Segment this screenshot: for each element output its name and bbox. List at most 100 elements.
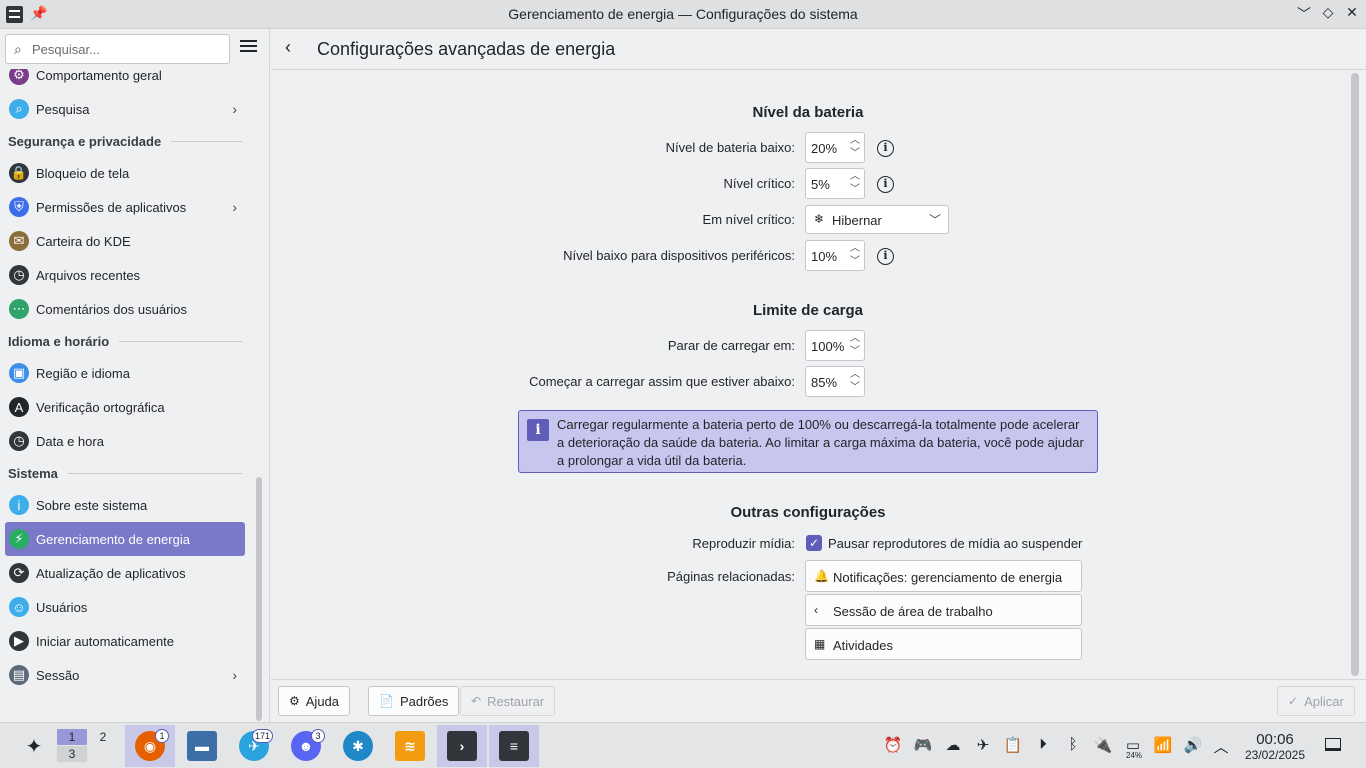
- low-battery-label: Nível de bateria baixo:: [665, 140, 795, 155]
- search-input[interactable]: [32, 40, 222, 58]
- charge-info-banner: i Carregar regularmente a bateria perto …: [518, 410, 1098, 473]
- content-scrollbar[interactable]: [1351, 73, 1359, 676]
- defaults-button[interactable]: 📄 Padrões: [368, 686, 460, 716]
- sidebar-item[interactable]: ◷ Data e hora: [5, 424, 245, 458]
- taskbar-app-browser[interactable]: ✱: [333, 725, 383, 767]
- sidebar-item[interactable]: ⚡ Gerenciamento de energia: [5, 522, 245, 556]
- spin-arrows-icon[interactable]: ︿ ﹀: [850, 242, 860, 268]
- taskbar-app-layers[interactable]: ≋: [385, 725, 435, 767]
- chevron-right-icon: ›: [232, 667, 237, 683]
- related-page-button[interactable]: ‹ Sessão de área de trabalho: [805, 594, 1082, 626]
- info-icon[interactable]: i: [877, 176, 894, 193]
- spin-arrows-icon[interactable]: ︿ ﹀: [850, 134, 860, 160]
- chevron-down-icon: ﹀: [928, 213, 941, 227]
- taskbar-app-telegram[interactable]: ✈ 171: [229, 725, 279, 767]
- sidebar-item[interactable]: ☺ Usuários: [5, 590, 245, 624]
- apply-button[interactable]: ✓ Aplicar: [1277, 686, 1355, 716]
- sidebar-item[interactable]: ▶ Iniciar automaticamente: [5, 624, 245, 658]
- taskbar-app-files[interactable]: ▬: [177, 725, 227, 767]
- clock-time: 00:06: [1256, 731, 1294, 748]
- clock[interactable]: 00:06 23/02/2025: [1240, 731, 1310, 763]
- sidebar-item-label: Sessão: [36, 667, 80, 683]
- spin-arrows-icon[interactable]: ︿ ﹀: [850, 368, 860, 394]
- clipboard-icon[interactable]: 📋: [1002, 736, 1024, 754]
- close-button[interactable]: ✕: [1342, 4, 1362, 21]
- spin-arrows-icon[interactable]: ︿ ﹀: [850, 332, 860, 358]
- sidebar-item[interactable]: ⟳ Atualização de aplicativos: [5, 556, 245, 590]
- sidebar-item[interactable]: ⛨ Permissões de aplicativos ›: [5, 190, 245, 224]
- sidebar-item[interactable]: ⋯ Comentários dos usuários: [5, 292, 245, 326]
- bluetooth-icon[interactable]: ᛒ: [1062, 736, 1084, 753]
- minimize-button[interactable]: ﹀: [1294, 4, 1314, 24]
- section-title: Idioma e horário: [8, 333, 110, 349]
- sidebar-scrollbar[interactable]: [256, 477, 262, 721]
- related-page-button[interactable]: 🔔 Notificações: gerenciamento de energia: [805, 560, 1082, 592]
- maximize-button[interactable]: ◇: [1318, 4, 1338, 21]
- sidebar-item-label: Comentários dos usuários: [36, 301, 188, 317]
- desktop-2[interactable]: 2: [88, 729, 118, 745]
- taskbar-app-system-settings[interactable]: ≡: [489, 725, 539, 767]
- critical-action-value: Hibernar: [832, 213, 882, 228]
- spin-arrows-icon[interactable]: ︿ ﹀: [850, 170, 860, 196]
- sidebar-item[interactable]: ▣ Região e idioma: [5, 356, 245, 390]
- back-button[interactable]: ‹: [285, 37, 291, 58]
- app-launcher-icon[interactable]: ✦: [22, 734, 46, 758]
- sidebar-section-header: Idioma e horário: [8, 326, 242, 356]
- reset-button[interactable]: ↶ Restaurar: [460, 686, 556, 716]
- sidebar-item[interactable]: ✉ Carteira do KDE: [5, 224, 245, 258]
- activities-icon: ▦: [814, 637, 826, 651]
- info-icon: i: [527, 419, 549, 441]
- expand-tray-icon[interactable]: ︿: [1210, 736, 1232, 757]
- taskbar-app-discord[interactable]: ☻ 3: [281, 725, 331, 767]
- sidebar-item[interactable]: ⚙ Comportamento geral: [5, 69, 245, 92]
- desktop-1[interactable]: 1: [57, 729, 87, 745]
- taskbar-app-terminal[interactable]: ›: [437, 725, 487, 767]
- region-icon: ▣: [9, 363, 29, 383]
- discord-tray-icon[interactable]: 🎮: [912, 736, 934, 754]
- shield-icon: ⛨: [9, 197, 29, 217]
- media-player-icon[interactable]: ⏵: [1032, 736, 1054, 753]
- pause-media-checkbox[interactable]: ✓: [806, 535, 822, 551]
- section-title: Segurança e privacidade: [8, 133, 162, 149]
- sidebar-item[interactable]: i Sobre este sistema: [5, 488, 245, 522]
- search-box[interactable]: ⌕: [5, 34, 230, 64]
- battery-icon[interactable]: ▭ 24%: [1122, 736, 1144, 760]
- critical-level-spinbox[interactable]: 5% ︿ ﹀: [805, 168, 865, 199]
- telegram-tray-icon[interactable]: ✈: [972, 736, 994, 754]
- sidebar-item-label: Carteira do KDE: [36, 233, 131, 249]
- show-desktop-icon[interactable]: [1325, 738, 1341, 751]
- virtual-desktop-pager[interactable]: 1 2 3: [57, 729, 119, 763]
- info-icon[interactable]: i: [877, 140, 894, 157]
- alarm-icon[interactable]: ⏰: [882, 736, 904, 754]
- volume-icon[interactable]: 🔊: [1182, 736, 1204, 754]
- usb-icon[interactable]: 🔌: [1092, 736, 1114, 754]
- sidebar-item-label: Permissões de aplicativos: [36, 199, 187, 215]
- sidebar-item[interactable]: A Verificação ortográfica: [5, 390, 245, 424]
- desktop-3[interactable]: 3: [57, 746, 87, 762]
- sidebar-item[interactable]: ◷ Arquivos recentes: [5, 258, 245, 292]
- hamburger-menu-icon[interactable]: [240, 40, 257, 53]
- sidebar-item[interactable]: ▤ Sessão ›: [5, 658, 245, 692]
- low-battery-spinbox[interactable]: 20% ︿ ﹀: [805, 132, 865, 163]
- sidebar-item[interactable]: 🔒 Bloqueio de tela: [5, 156, 245, 190]
- wifi-icon[interactable]: 📶: [1152, 736, 1174, 754]
- window-titlebar: 📌 Gerenciamento de energia — Configuraçõ…: [0, 0, 1366, 29]
- help-button[interactable]: ⚙ Ajuda: [278, 686, 351, 716]
- sidebar: ⌕ ⚙ Comportamento geral ⌕ Pesquisa › Seguranç…: [0, 29, 270, 722]
- taskbar-app-firefox[interactable]: ◉ 1: [125, 725, 175, 767]
- pause-media-label[interactable]: Pausar reprodutores de mídia ao suspende…: [828, 536, 1082, 551]
- related-page-button[interactable]: ▦ Atividades: [805, 628, 1082, 660]
- start-charging-value: 85%: [811, 375, 838, 390]
- peripheral-level-spinbox[interactable]: 10% ︿ ﹀: [805, 240, 865, 271]
- info-icon[interactable]: i: [877, 248, 894, 265]
- cloud-icon[interactable]: ☁: [942, 736, 964, 754]
- critical-action-combobox[interactable]: ❄ Hibernar ﹀: [805, 205, 949, 234]
- start-charging-spinbox[interactable]: 85% ︿ ﹀: [805, 366, 865, 397]
- stop-charging-spinbox[interactable]: 100% ︿ ﹀: [805, 330, 865, 361]
- low-battery-value: 20%: [811, 141, 838, 156]
- battery-section-title: Nível da bateria: [752, 104, 864, 121]
- other-section-title: Outras configurações: [730, 504, 886, 521]
- browser-icon: ✱: [343, 731, 373, 761]
- notification-badge: 171: [251, 729, 273, 743]
- sidebar-item[interactable]: ⌕ Pesquisa ›: [5, 92, 245, 126]
